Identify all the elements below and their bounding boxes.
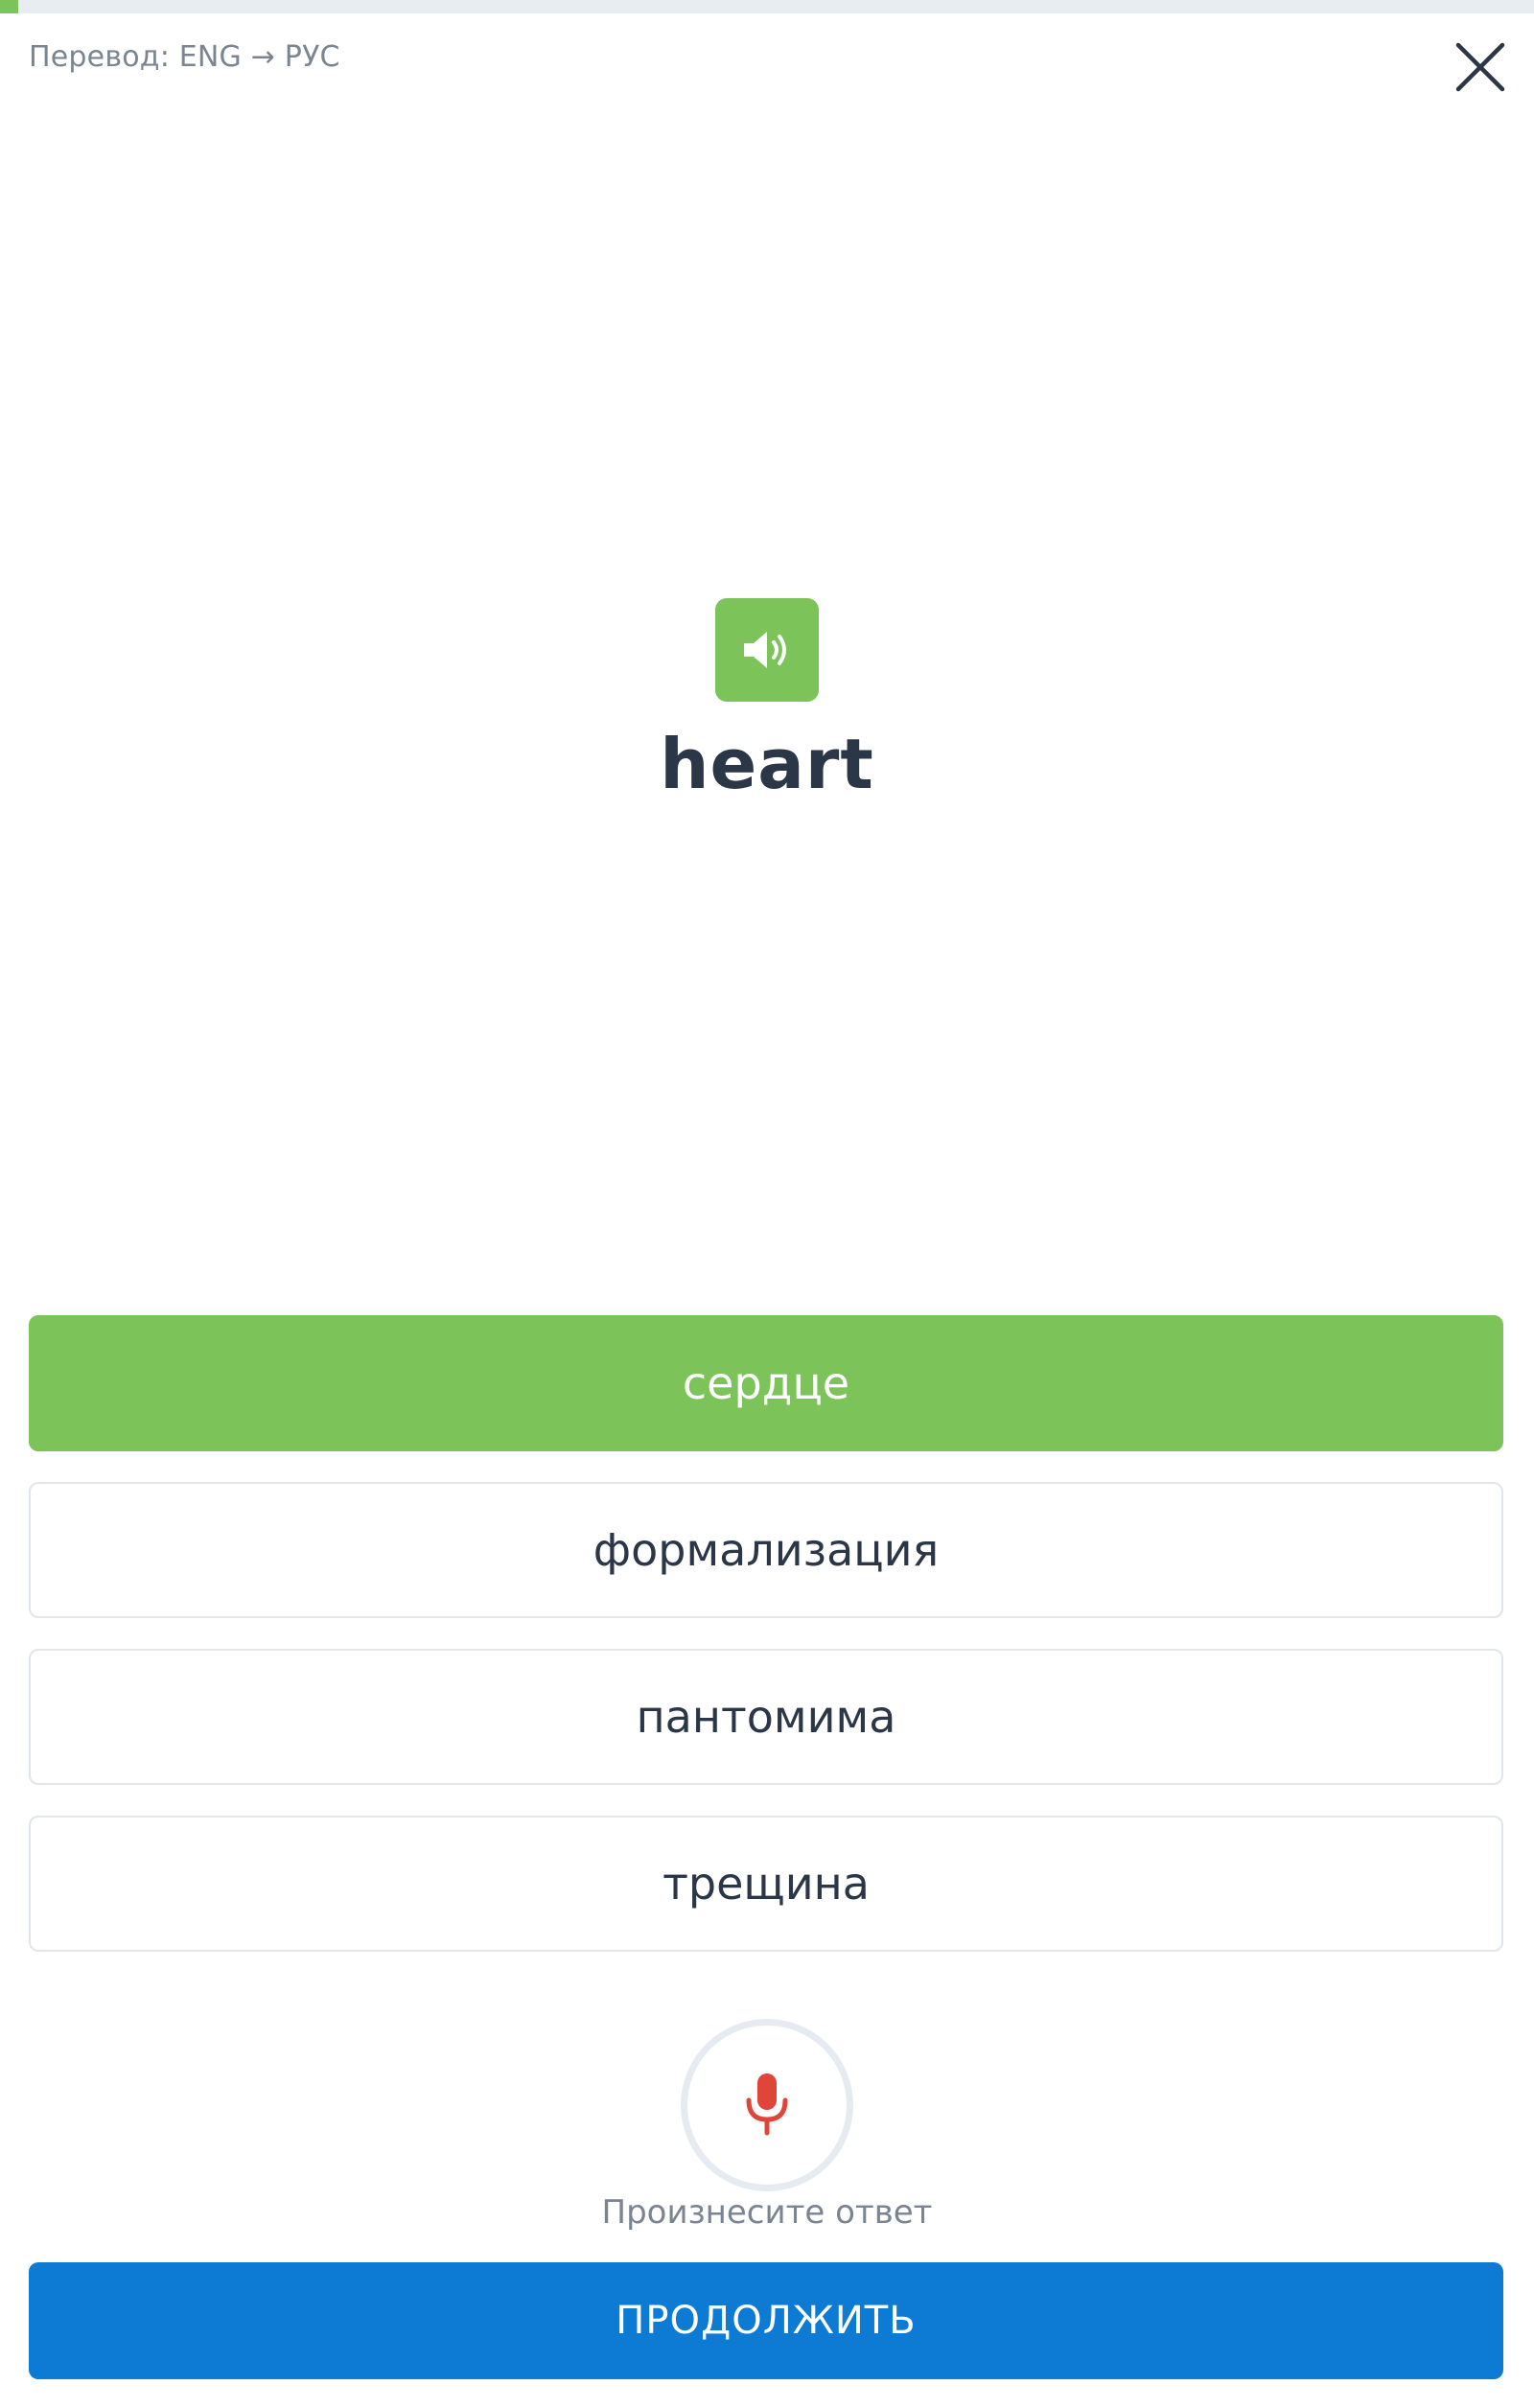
progress-bar-fill bbox=[0, 0, 19, 13]
continue-button[interactable]: ПРОДОЛЖИТЬ bbox=[29, 2262, 1503, 2379]
answer-option-label: формализация bbox=[593, 1524, 940, 1576]
answer-option-label: сердце bbox=[682, 1357, 850, 1409]
progress-bar bbox=[0, 0, 1534, 13]
continue-button-label: ПРОДОЛЖИТЬ bbox=[616, 2299, 917, 2343]
microphone-icon bbox=[746, 2073, 788, 2136]
play-audio-button[interactable] bbox=[715, 598, 819, 702]
answer-option-2[interactable]: формализация bbox=[29, 1482, 1503, 1618]
close-icon bbox=[1455, 42, 1505, 92]
answer-option-label: пантомима bbox=[636, 1691, 896, 1743]
microphone-caption: Произнесите ответ bbox=[601, 2193, 933, 2232]
answer-option-4[interactable]: трещина bbox=[29, 1816, 1503, 1952]
speaker-icon bbox=[744, 632, 786, 668]
answer-option-1[interactable]: сердце bbox=[29, 1315, 1503, 1451]
exercise-mode-label: Перевод: ENG → РУС bbox=[29, 40, 340, 74]
close-button[interactable] bbox=[1452, 38, 1509, 96]
answer-option-label: трещина bbox=[662, 1858, 870, 1910]
word-to-translate: heart bbox=[660, 724, 874, 804]
microphone-button[interactable] bbox=[681, 2019, 853, 2191]
answer-option-3[interactable]: пантомима bbox=[29, 1649, 1503, 1785]
